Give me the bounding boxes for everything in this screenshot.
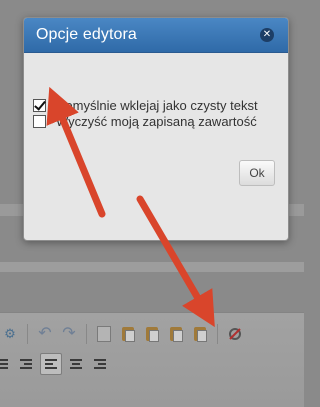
- close-icon[interactable]: ✕: [260, 28, 274, 42]
- align-right-icon[interactable]: [90, 354, 110, 374]
- redo-icon[interactable]: ↷: [59, 324, 79, 344]
- paste-plain-text-checkbox[interactable]: [33, 99, 46, 112]
- outdent-icon[interactable]: [0, 354, 12, 374]
- find-replace-icon[interactable]: ⚙: [0, 324, 20, 344]
- paste-text-icon[interactable]: [142, 324, 162, 344]
- copy-icon[interactable]: [94, 324, 114, 344]
- toolbar-row-2: [0, 351, 112, 377]
- option-label: Wyczyść moją zapisaną zawartość: [56, 114, 257, 129]
- option-clear-saved-content[interactable]: Wyczyść moją zapisaną zawartość: [33, 114, 257, 129]
- option-label: Domyślnie wklejaj jako czysty tekst: [56, 98, 258, 113]
- option-paste-plain-text[interactable]: Domyślnie wklejaj jako czysty tekst: [33, 98, 258, 113]
- editor-options-icon[interactable]: [225, 324, 245, 344]
- editor-options-dialog: Opcje edytora ✕ Domyślnie wklejaj jako c…: [23, 17, 289, 241]
- align-left-icon[interactable]: [40, 353, 62, 375]
- indent-icon[interactable]: [16, 354, 36, 374]
- toolbar-separator: [217, 324, 218, 344]
- toolbar-separator: [27, 324, 28, 344]
- clear-saved-content-checkbox[interactable]: [33, 115, 46, 128]
- undo-icon[interactable]: ↶: [35, 324, 55, 344]
- dialog-header: Opcje edytora ✕: [24, 18, 288, 53]
- background-band: [0, 262, 304, 272]
- paste-word-icon[interactable]: [166, 324, 186, 344]
- ok-button[interactable]: Ok: [239, 160, 275, 186]
- editor-toolbar: ⚙ ↶ ↷: [0, 312, 304, 407]
- dialog-title: Opcje edytora: [36, 26, 137, 43]
- toolbar-separator: [86, 324, 87, 344]
- paste-icon[interactable]: [118, 324, 138, 344]
- align-center-icon[interactable]: [66, 354, 86, 374]
- paste-image-icon[interactable]: [190, 324, 210, 344]
- toolbar-row-1: ⚙ ↶ ↷: [0, 321, 247, 347]
